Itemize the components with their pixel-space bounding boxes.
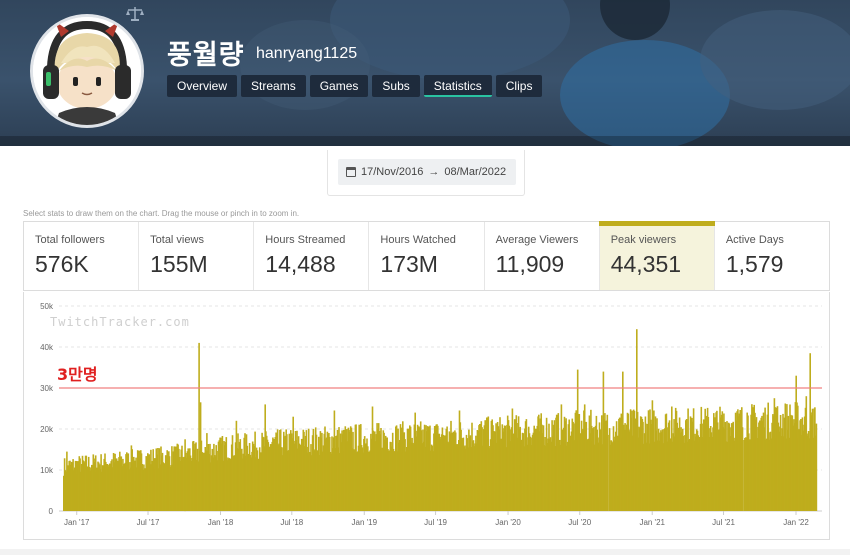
stat-value: 173M xyxy=(380,251,438,277)
stat-card-peak-viewers[interactable]: Peak viewers 44,351 xyxy=(598,221,715,290)
profile-header: 풍월량 hanryang1125 Overview Streams Games … xyxy=(0,0,850,146)
stat-card-total-followers[interactable]: Total followers 576K xyxy=(24,222,140,290)
y-tick-label: 20k xyxy=(40,425,54,434)
page-footer-divider xyxy=(0,549,850,555)
chart-bar xyxy=(741,427,744,511)
date-range-end: 08/Mar/2022 xyxy=(444,166,507,178)
stats-cards: Total followers 576K Total views 155M Ho… xyxy=(23,221,830,291)
x-tick-label: Jan '21 xyxy=(639,518,665,527)
stat-value: 576K xyxy=(35,251,89,277)
date-range-picker[interactable]: 17/Nov/2016 → 08/Mar/2022 xyxy=(338,159,516,185)
stat-card-hours-streamed[interactable]: Hours Streamed 14,488 xyxy=(254,222,370,290)
stat-card-active-days[interactable]: Active Days 1,579 xyxy=(715,222,829,290)
y-tick-label: 10k xyxy=(40,466,54,475)
stat-value: 155M xyxy=(150,251,208,277)
profile-tabs: Overview Streams Games Subs Statistics C… xyxy=(167,75,543,97)
tab-clips[interactable]: Clips xyxy=(495,75,543,97)
x-tick-label: Jul '20 xyxy=(568,518,591,527)
avatar[interactable] xyxy=(30,14,144,128)
calendar-icon xyxy=(346,167,356,177)
stat-value: 14,488 xyxy=(265,251,336,277)
stat-value: 44,351 xyxy=(610,251,682,277)
tab-subs[interactable]: Subs xyxy=(372,75,420,97)
tab-statistics[interactable]: Statistics xyxy=(423,75,492,97)
chart-bar xyxy=(607,434,609,511)
stat-label: Total views xyxy=(150,234,204,246)
channel-display-name: 풍월량 xyxy=(167,40,245,70)
x-tick-label: Jan '19 xyxy=(352,518,378,527)
stat-label: Average Viewers xyxy=(495,234,579,246)
y-tick-label: 30k xyxy=(40,384,54,393)
x-tick-label: Jan '17 xyxy=(64,518,90,527)
chart-canvas[interactable]: 0 10k 20k 30k 40k 50k TwitchTracker.com 3만명 Jan … xyxy=(24,292,829,540)
chart-bar xyxy=(815,423,818,511)
stat-card-hours-watched[interactable]: Hours Watched 173M xyxy=(369,222,485,290)
threshold-annotation: 3만명 xyxy=(57,365,98,384)
chart-watermark: TwitchTracker.com xyxy=(50,315,190,329)
channel-login: hanryang1125 xyxy=(256,45,358,62)
y-tick-label: 0 xyxy=(49,507,54,516)
tab-streams[interactable]: Streams xyxy=(241,75,306,97)
avatar-image xyxy=(33,17,141,125)
date-range-panel: 17/Nov/2016 → 08/Mar/2022 xyxy=(327,150,525,196)
stat-label: Peak viewers xyxy=(610,234,677,246)
x-tick-label: Jul '19 xyxy=(424,518,447,527)
banner-shadow xyxy=(0,136,850,146)
balance-scale-icon[interactable] xyxy=(126,6,144,22)
stats-chart[interactable]: 0 10k 20k 30k 40k 50k TwitchTracker.com 3만명 Jan … xyxy=(23,292,830,540)
tab-overview[interactable]: Overview xyxy=(167,75,238,97)
stat-card-total-views[interactable]: Total views 155M xyxy=(139,222,255,290)
stat-label: Hours Streamed xyxy=(265,234,346,246)
banner-decoration xyxy=(600,0,670,40)
x-tick-label: Jan '22 xyxy=(783,518,809,527)
x-tick-label: Jul '17 xyxy=(137,518,160,527)
stat-value: 11,909 xyxy=(495,251,565,277)
banner-decoration xyxy=(700,10,850,110)
tab-games[interactable]: Games xyxy=(309,75,369,97)
x-tick-label: Jan '18 xyxy=(208,518,234,527)
x-tick-label: Jul '18 xyxy=(280,518,303,527)
stat-card-average-viewers[interactable]: Average Viewers 11,909 xyxy=(485,222,600,290)
y-tick-label: 40k xyxy=(40,343,54,352)
x-tick-label: Jul '21 xyxy=(712,518,735,527)
y-tick-label: 50k xyxy=(40,302,54,311)
x-tick-label: Jan '20 xyxy=(495,518,521,527)
stat-label: Hours Watched xyxy=(380,234,456,246)
date-range-start: 17/Nov/2016 xyxy=(361,166,424,178)
arrow-right-icon: → xyxy=(428,166,440,178)
stat-label: Active Days xyxy=(725,234,784,246)
stat-value: 1,579 xyxy=(725,251,784,277)
stat-label: Total followers xyxy=(35,234,105,246)
chart-hint-text: Select stats to draw them on the chart. … xyxy=(23,209,300,218)
